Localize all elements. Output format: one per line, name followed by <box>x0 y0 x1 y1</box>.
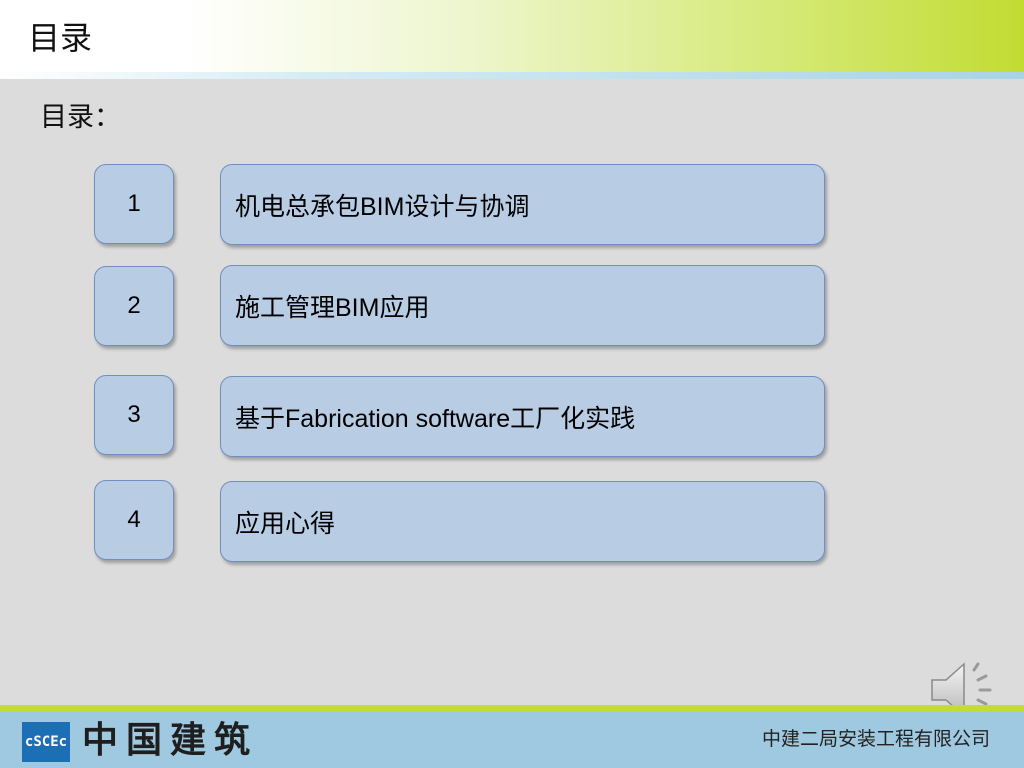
slide-header: 目录 <box>0 0 1024 72</box>
toc-item-3[interactable]: 基于Fabrication software工厂化实践 <box>220 376 825 457</box>
item-number-4: 4 <box>94 480 174 560</box>
toc-item-4[interactable]: 应用心得 <box>220 481 825 562</box>
toc-item-2[interactable]: 施工管理BIM应用 <box>220 265 825 346</box>
slide-footer: cSCEc 中国建筑 中建二局安装工程有限公司 <box>0 712 1024 768</box>
item-number-3: 3 <box>94 375 174 455</box>
item-number-2: 2 <box>94 266 174 346</box>
logo-wordmark: 中国建筑 <box>82 719 259 761</box>
section-heading: 目录： <box>40 102 121 132</box>
cscec-logo-icon: cSCEc <box>22 722 70 762</box>
item-number-1: 1 <box>94 164 174 244</box>
company-name: 中建二局安装工程有限公司 <box>761 728 990 750</box>
slide-title: 目录 <box>28 20 93 56</box>
footer-accent-line <box>0 705 1024 712</box>
toc-item-1[interactable]: 机电总承包BIM设计与协调 <box>220 164 825 245</box>
header-divider <box>0 72 1024 79</box>
